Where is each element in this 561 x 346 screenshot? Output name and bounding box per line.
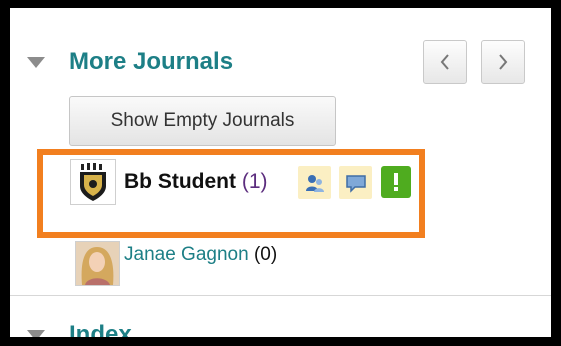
highlight-annotation: [37, 149, 425, 238]
photo-avatar-icon: [75, 241, 120, 286]
journal-entry-janae-gagnon[interactable]: Janae Gagnon (0): [124, 244, 277, 266]
chevron-right-icon: [499, 54, 508, 70]
previous-button[interactable]: [423, 40, 467, 84]
section-title-index[interactable]: Index: [69, 321, 132, 337]
entry-count: (0): [253, 244, 278, 265]
chevron-left-icon: [440, 54, 449, 70]
collapse-arrow-icon[interactable]: [27, 330, 45, 337]
show-empty-journals-button[interactable]: Show Empty Journals: [69, 96, 336, 146]
journal-panel: More Journals Show Empty Journals Bb Stu…: [0, 0, 561, 346]
section-title-more-journals[interactable]: More Journals: [69, 48, 233, 76]
next-button[interactable]: [481, 40, 525, 84]
section-divider: [10, 295, 551, 296]
collapse-arrow-icon[interactable]: [27, 57, 45, 68]
entry-name[interactable]: Janae Gagnon: [124, 244, 249, 265]
